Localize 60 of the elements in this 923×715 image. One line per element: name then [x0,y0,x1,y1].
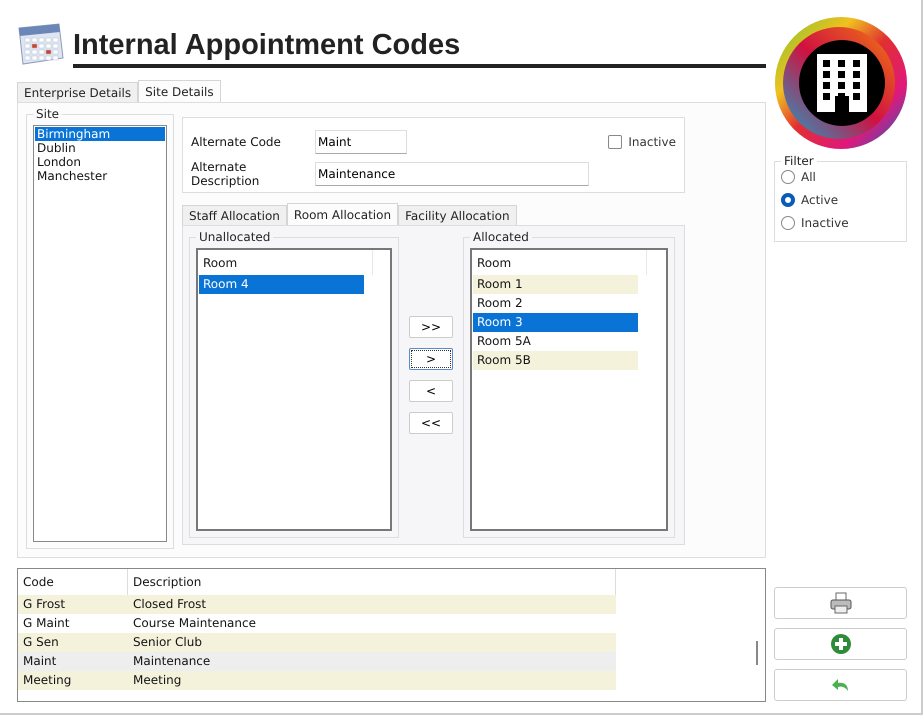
group-label: Filter [783,154,815,168]
radio-button[interactable] [781,170,795,184]
room-item[interactable]: Room 5A [473,332,638,351]
table-cell-text: Senior Club [132,634,203,651]
field-label: Alternate Description [191,160,260,188]
room-item[interactable]: Room 3 [473,313,638,332]
table-row[interactable]: G Maint Course Maintenance [18,614,616,633]
move-button[interactable]: >> [409,316,453,338]
tab[interactable]: Facility Allocation [398,205,517,225]
table-cell-text: Closed Frost [132,596,208,613]
group-label: Allocated [472,230,530,244]
table-cell-text: G Sen [22,634,60,651]
table-row[interactable]: Meeting Meeting [18,671,616,690]
printer-icon [828,592,852,614]
table-cell-text: G Frost [22,596,66,613]
table-row[interactable]: Maint Maintenance [18,652,616,671]
print-button[interactable] [774,587,907,619]
table-cell-text: Maint [22,653,58,670]
table-row[interactable]: G Sen Senior Club [18,633,616,652]
table-cell-text: G Maint [22,615,70,632]
tab[interactable]: Room Allocation [286,203,398,225]
site-item[interactable]: Birmingham [35,127,165,141]
table-cell-text: Course Maintenance [132,615,257,632]
table-cell-text: Maintenance [132,653,212,670]
group-label: Unallocated [198,230,272,244]
radio-button[interactable] [781,216,795,230]
table-cell-text: Meeting [132,672,182,689]
move-button[interactable]: << [409,412,453,434]
input-field[interactable]: Maint [315,130,407,154]
field-label: Alternate Code [191,135,282,149]
room-item[interactable]: Room 4 [199,275,364,294]
checkbox-label: Inactive [628,135,676,149]
tab[interactable]: Site Details [138,80,221,102]
radio-button[interactable] [781,193,795,207]
move-button[interactable]: < [409,380,453,402]
site-item[interactable]: London [35,155,165,169]
tab[interactable]: Staff Allocation [182,205,287,225]
add-button[interactable] [774,628,907,660]
radio-label: Active [801,193,838,207]
group-label: Site [35,107,60,121]
site-item[interactable]: Dublin [35,141,165,155]
site-item[interactable]: Manchester [35,169,165,183]
radio-label: Inactive [801,216,849,230]
room-item[interactable]: Room 1 [473,275,638,294]
room-item[interactable]: Room 5B [473,351,638,370]
table-cell-text: Meeting [22,672,72,689]
scrollbar-thumb[interactable] [756,641,758,665]
radio-label: All [801,170,816,184]
room-item[interactable]: Room 2 [473,294,638,313]
input-field[interactable]: Maintenance [315,162,589,186]
move-button[interactable]: > [409,348,453,370]
room-list[interactable]: Room Room 1 Room 2 Room 3 Room 5A Room 5B [470,248,668,531]
room-list[interactable]: Room Room 4 [196,248,392,531]
building-logo-icon [774,16,908,150]
checkbox[interactable] [608,135,622,149]
table-row[interactable]: G Frost Closed Frost [18,595,616,614]
site-list[interactable]: Birmingham Dublin London Manchester [33,125,167,542]
tab[interactable]: Enterprise Details [17,82,138,102]
plus-icon [830,633,852,655]
page-title: Internal Appointment Codes [73,29,766,68]
